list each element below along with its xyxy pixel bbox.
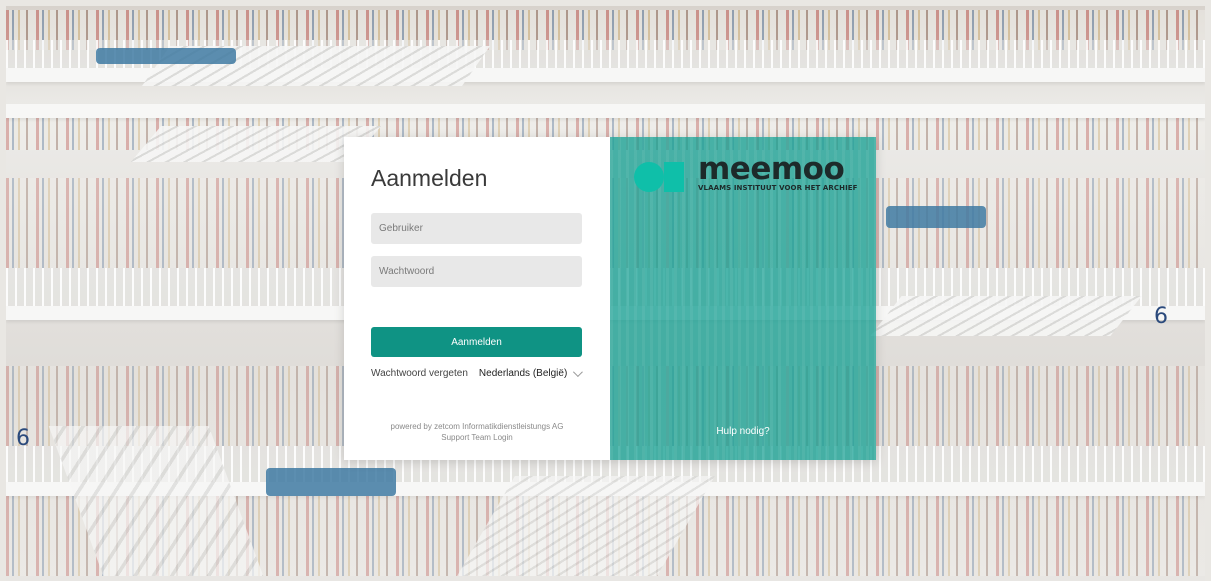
login-button[interactable]: Aanmelden bbox=[371, 327, 582, 357]
brand-wordmark: meemoo bbox=[698, 151, 845, 187]
forgot-password-link[interactable]: Wachtwoord vergeten bbox=[371, 368, 468, 379]
brand-logo: meemoo VLAAMS INSTITUUT VOOR HET ARCHIEF bbox=[634, 154, 858, 194]
brand-tagline: VLAAMS INSTITUUT VOOR HET ARCHIEF bbox=[698, 184, 858, 192]
username-field[interactable] bbox=[371, 213, 582, 244]
support-login-link[interactable]: Support Team Login bbox=[344, 432, 610, 443]
login-card: Aanmelden Aanmelden Wachtwoord vergeten … bbox=[344, 137, 876, 460]
footer-credits: powered by zetcom Informatikdienstleistu… bbox=[344, 421, 610, 443]
language-select-label: Nederlands (België) bbox=[478, 368, 568, 379]
powered-by-text: powered by zetcom Informatikdienstleistu… bbox=[390, 422, 564, 431]
password-field[interactable] bbox=[371, 256, 582, 287]
login-form-panel: Aanmelden Aanmelden Wachtwoord vergeten … bbox=[344, 137, 610, 460]
meemoo-logo-icon bbox=[634, 160, 684, 194]
chevron-down-icon[interactable] bbox=[573, 367, 584, 378]
language-select[interactable]: Nederlands (België) bbox=[479, 368, 567, 379]
form-links: Wachtwoord vergeten Nederlands (België) bbox=[371, 367, 584, 379]
page-title: Aanmelden bbox=[371, 165, 488, 191]
brand-panel: meemoo VLAAMS INSTITUUT VOOR HET ARCHIEF… bbox=[610, 137, 876, 460]
help-link[interactable]: Hulp nodig? bbox=[610, 426, 876, 437]
